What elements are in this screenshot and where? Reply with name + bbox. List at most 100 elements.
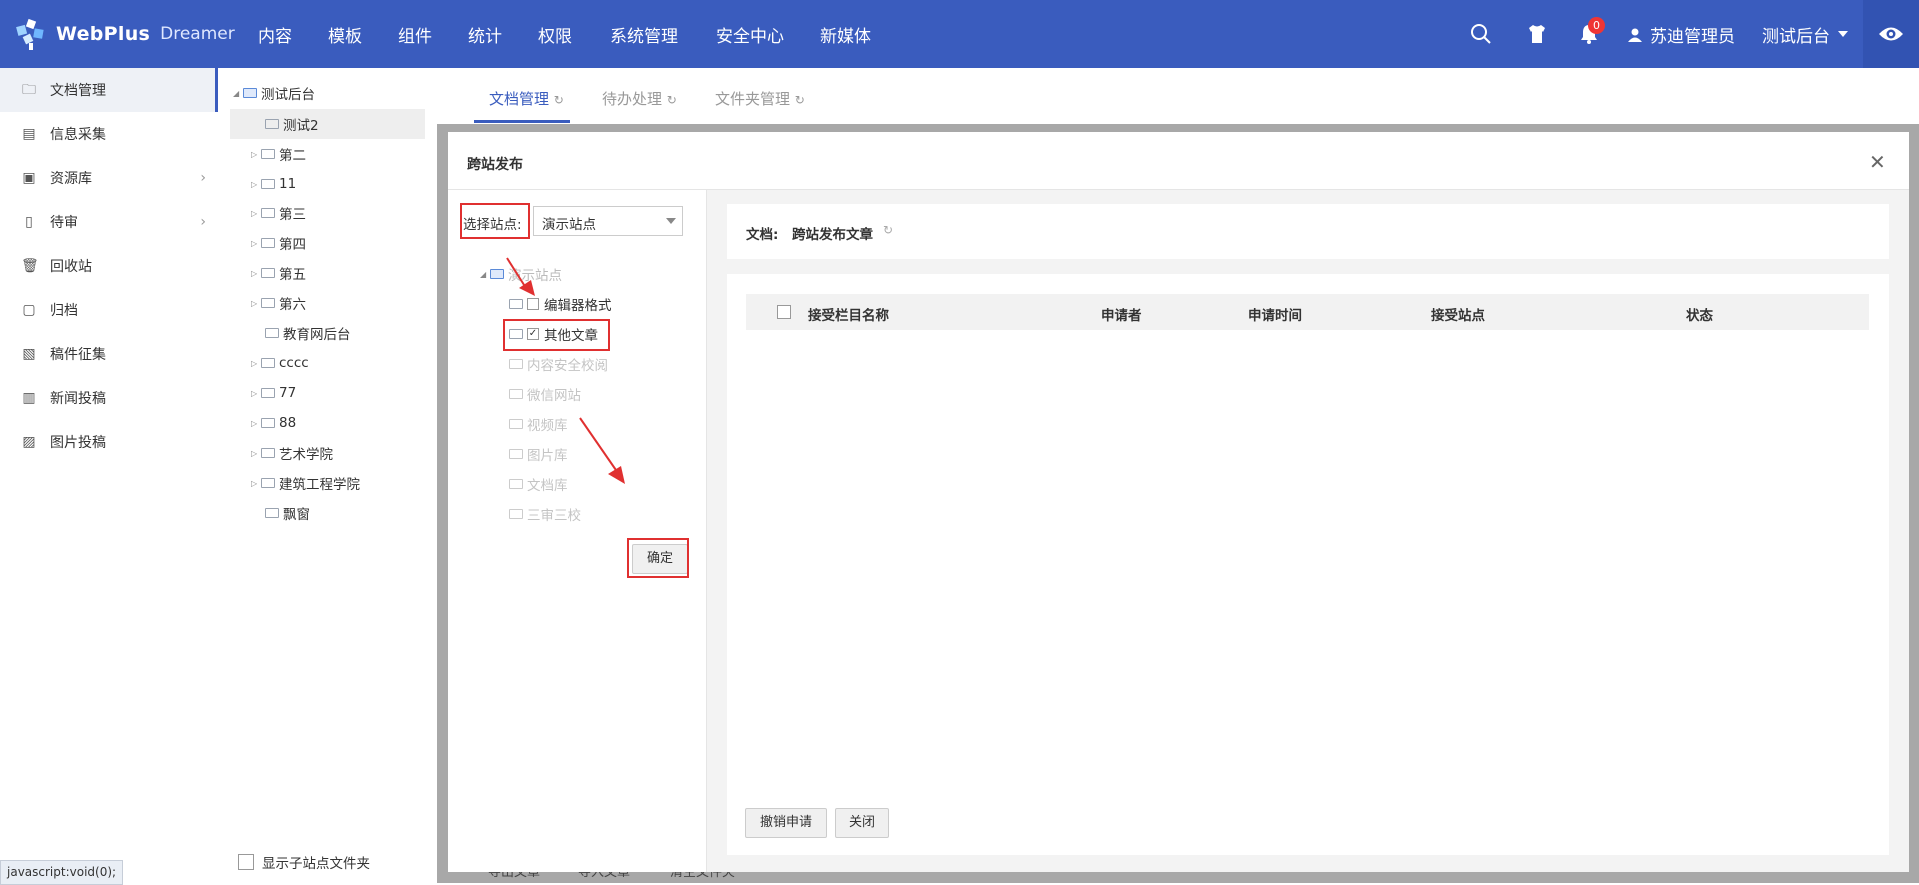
sidebar: 🗀 文档管理 ▤ 信息采集 ▣ 资源库 › ▯ 待审 › 🗑 回收站 ▢ 归档 … <box>0 68 219 883</box>
sidebar-item-label: 信息采集 <box>50 127 106 143</box>
refresh-icon[interactable]: ↻ <box>883 223 893 237</box>
sidebar-item-label: 稿件征集 <box>50 347 106 363</box>
folder-icon <box>509 509 523 519</box>
site-select-dropdown[interactable]: 演示站点 <box>533 206 683 236</box>
col-target-column: 接受栏目名称 <box>808 308 889 324</box>
tab-doc-management[interactable]: 文档管理 ↻ <box>489 88 564 109</box>
site-node-disabled: 三审三校 <box>509 503 581 525</box>
sidebar-item-resources[interactable]: ▣ 资源库 › <box>0 156 218 200</box>
sidebar-item-label: 新闻投稿 <box>50 391 106 407</box>
folder-icon <box>261 238 275 248</box>
nav-item-stats[interactable]: 统计 <box>450 0 520 68</box>
tree-node[interactable]: ▷ 第四 <box>251 232 306 254</box>
sidebar-item-docs[interactable]: 🗀 文档管理 <box>0 68 218 112</box>
refresh-icon[interactable]: ↻ <box>795 93 805 107</box>
tree-node[interactable]: 飘窗 <box>265 502 310 524</box>
tree-node[interactable]: 测试2 <box>265 113 319 135</box>
main-nav: 内容 模板 组件 统计 权限 系统管理 安全中心 新媒体 <box>240 0 889 68</box>
refresh-icon[interactable]: ↻ <box>667 93 677 107</box>
sidebar-item-news[interactable]: ▥ 新闻投稿 <box>0 376 218 420</box>
document-info-card: 文档: 跨站发布文章 ↻ <box>727 204 1889 259</box>
collapse-triangle-icon: ▷ <box>251 298 258 308</box>
collapse-triangle-icon: ▷ <box>251 149 258 159</box>
eye-icon <box>1879 27 1903 41</box>
nav-item-security[interactable]: 安全中心 <box>698 0 802 68</box>
nav-item-newmedia[interactable]: 新媒体 <box>802 0 889 68</box>
site-switcher[interactable]: 测试后台 <box>1762 22 1848 47</box>
tree-node[interactable]: ▷ 第六 <box>251 292 306 314</box>
preview-button[interactable] <box>1863 0 1919 68</box>
box-icon: ▣ <box>22 170 36 186</box>
tree-node[interactable]: ▷ 88 <box>251 412 296 434</box>
show-sub-site-folders[interactable]: 显示子站点文件夹 <box>238 852 370 872</box>
browser-status-bar: javascript:void(0); <box>0 860 124 885</box>
folder-icon <box>261 388 275 398</box>
site-folder-icon <box>243 88 257 98</box>
expand-triangle-icon: ◢ <box>480 269 487 279</box>
sidebar-item-collect[interactable]: ▤ 信息采集 <box>0 112 218 156</box>
nav-item-component[interactable]: 组件 <box>380 0 450 68</box>
tree-node[interactable]: 教育网后台 <box>265 322 351 344</box>
top-bar: WebPlus Dreamer 内容 模板 组件 统计 权限 系统管理 安全中心… <box>0 0 1919 68</box>
dialog-title: 跨站发布 <box>467 157 523 173</box>
folder-icon <box>261 418 275 428</box>
image-icon: ▨ <box>22 434 36 450</box>
col-applicant: 申请者 <box>1101 308 1142 324</box>
sidebar-item-pending[interactable]: ▯ 待审 › <box>0 200 218 244</box>
tree-node[interactable]: ▷ 第三 <box>251 202 306 224</box>
doc-title: 跨站发布文章 <box>792 227 873 243</box>
close-button[interactable]: 关闭 <box>835 808 889 838</box>
collapse-triangle-icon: ▷ <box>251 268 258 278</box>
nav-item-content[interactable]: 内容 <box>240 0 310 68</box>
sidebar-item-solicit[interactable]: ▧ 稿件征集 <box>0 332 218 376</box>
logo-text: WebPlus <box>56 23 151 45</box>
nav-item-permission[interactable]: 权限 <box>520 0 590 68</box>
archive-icon: ▢ <box>22 302 36 318</box>
tree-root[interactable]: ◢ 测试后台 <box>233 82 315 104</box>
folder-icon <box>261 478 275 488</box>
collapse-triangle-icon: ▷ <box>251 478 258 488</box>
cancel-application-button[interactable]: 撤销申请 <box>745 808 827 838</box>
expand-triangle-icon: ◢ <box>233 88 240 98</box>
user-icon <box>1628 28 1642 42</box>
tab-folder-management[interactable]: 文件夹管理 ↻ <box>715 88 805 109</box>
select-all-checkbox[interactable] <box>777 305 791 319</box>
logo[interactable]: WebPlus Dreamer <box>14 17 235 51</box>
sidebar-item-label: 回收站 <box>50 259 92 275</box>
col-target-site: 接受站点 <box>1431 308 1485 324</box>
sidebar-item-label: 图片投稿 <box>50 435 106 451</box>
caret-down-icon <box>1838 30 1848 37</box>
tab-bar: 文档管理 ↻ 待办处理 ↻ 文件夹管理 ↻ <box>437 68 1919 124</box>
user-menu[interactable]: 苏迪管理员 <box>1627 22 1735 47</box>
show-sub-checkbox[interactable] <box>238 854 254 870</box>
tree-node[interactable]: ▷ 第五 <box>251 262 306 284</box>
theme-shirt-icon[interactable] <box>1525 22 1549 46</box>
search-icon[interactable] <box>1469 22 1493 46</box>
request-table-card <box>727 274 1889 855</box>
sidebar-item-image[interactable]: ▨ 图片投稿 <box>0 420 218 464</box>
tree-node[interactable]: ▷ 建筑工程学院 <box>251 472 360 494</box>
refresh-icon[interactable]: ↻ <box>554 93 564 107</box>
logo-subtitle: Dreamer <box>160 24 235 44</box>
nav-item-template[interactable]: 模板 <box>310 0 380 68</box>
tab-todo[interactable]: 待办处理 ↻ <box>602 88 677 109</box>
collapse-triangle-icon: ▷ <box>251 448 258 458</box>
tree-node[interactable]: ▷ cccc <box>251 352 309 374</box>
close-icon[interactable]: ✕ <box>1869 150 1886 174</box>
sidebar-item-recycle[interactable]: 🗑 回收站 <box>0 244 218 288</box>
folder-icon: 🗀 <box>22 82 36 98</box>
tree-node[interactable]: ▷ 艺术学院 <box>251 442 333 464</box>
chevron-right-icon: › <box>200 170 206 186</box>
tree-node[interactable]: ▷ 11 <box>251 173 296 195</box>
tree-node[interactable]: ▷ 77 <box>251 382 296 404</box>
sidebar-item-label: 资源库 <box>50 171 92 187</box>
sidebar-item-archive[interactable]: ▢ 归档 <box>0 288 218 332</box>
logo-icon <box>14 17 48 51</box>
collect-icon: ▧ <box>22 346 36 362</box>
folder-icon <box>261 448 275 458</box>
tree-node[interactable]: ▷ 第二 <box>251 143 306 165</box>
collapse-triangle-icon: ▷ <box>251 208 258 218</box>
nav-item-system[interactable]: 系统管理 <box>590 0 698 68</box>
folder-icon <box>261 358 275 368</box>
folder-icon <box>261 208 275 218</box>
